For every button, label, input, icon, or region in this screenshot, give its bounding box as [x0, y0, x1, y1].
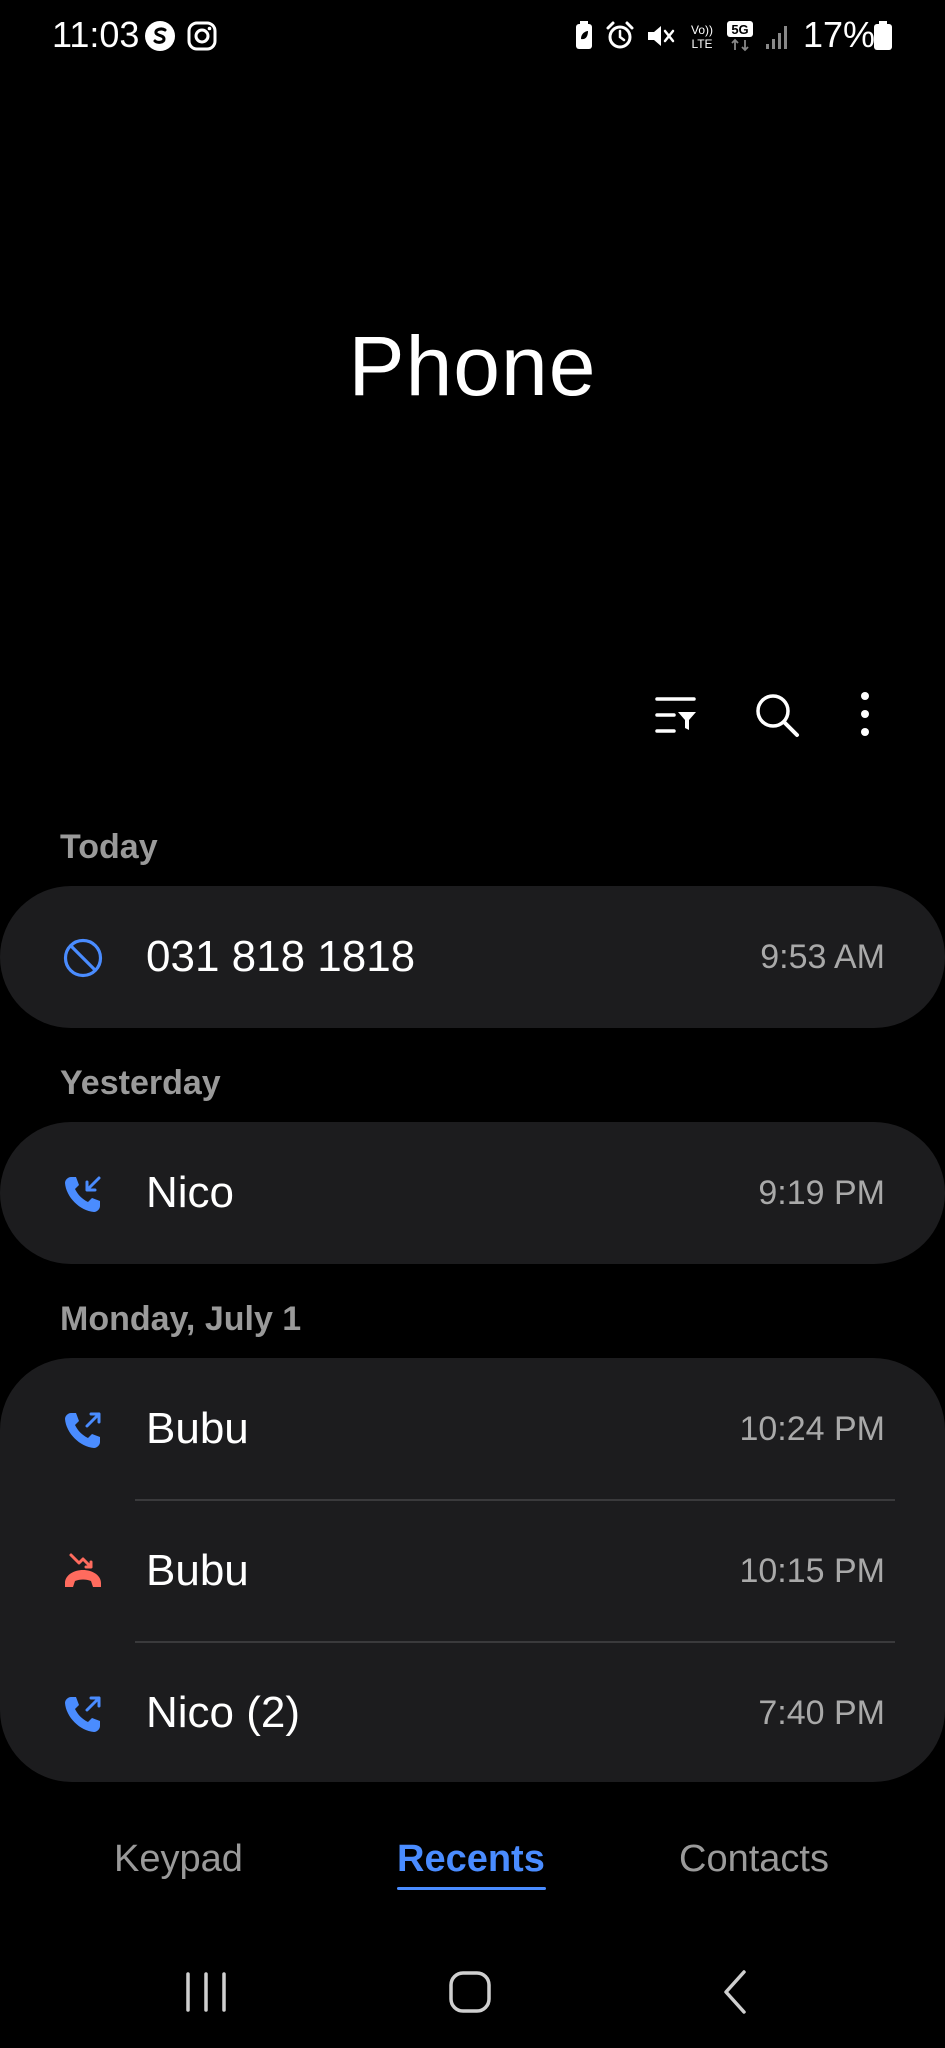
tab-contacts[interactable]: Contacts: [679, 1838, 829, 1881]
tab-keypad[interactable]: Keypad: [114, 1838, 243, 1881]
blocked-call-icon: [63, 938, 103, 978]
status-bar: 11:03 Vo)) LTE 5G 17%: [0, 0, 945, 76]
call-time: 9:19 PM: [758, 1174, 885, 1212]
svg-text:LTE: LTE: [691, 37, 712, 51]
call-log-row[interactable]: Bubu 10:15 PM: [0, 1500, 945, 1642]
outgoing-call-icon: [65, 1412, 101, 1448]
page-title: Phone: [348, 319, 597, 413]
call-log-card-yesterday: Nico 9:19 PM: [0, 1122, 945, 1264]
section-header-today: Today: [60, 828, 158, 866]
status-time: 11:03: [52, 14, 140, 55]
battery-percentage: 17%: [803, 14, 876, 55]
call-time: 10:24 PM: [739, 1410, 885, 1448]
section-header-yesterday: Yesterday: [60, 1064, 221, 1102]
instagram-icon: [187, 21, 217, 51]
mute-icon: [648, 26, 675, 46]
svg-text:5G: 5G: [731, 22, 748, 37]
5g-icon: 5G: [727, 21, 753, 52]
call-log-card-monday: Bubu 10:24 PM Bubu 10:15 PM Nico (2) 7:4…: [0, 1358, 945, 1782]
missed-call-icon: [65, 1553, 101, 1587]
call-name: Nico: [146, 1168, 235, 1217]
filter-icon[interactable]: [652, 690, 702, 740]
battery-saver-icon: [576, 21, 592, 49]
alarm-icon: [606, 21, 634, 49]
call-log-row[interactable]: Nico (2) 7:40 PM: [0, 1642, 945, 1782]
section-header-monday: Monday, July 1: [60, 1300, 302, 1338]
tab-recents[interactable]: Recents: [397, 1838, 545, 1881]
call-time: 10:15 PM: [739, 1552, 885, 1590]
call-time: 7:40 PM: [758, 1694, 885, 1732]
call-name: Bubu: [146, 1546, 249, 1595]
home-icon[interactable]: [440, 1962, 500, 2022]
active-tab-indicator: [397, 1887, 546, 1890]
volte-icon: Vo)) LTE: [691, 23, 713, 51]
signal-icon: [766, 26, 787, 49]
back-icon[interactable]: [706, 1962, 766, 2022]
samsung-s-icon: [145, 21, 175, 51]
call-name: Bubu: [146, 1404, 249, 1453]
call-log-row[interactable]: Nico 9:19 PM: [0, 1122, 945, 1264]
outgoing-call-icon: [65, 1696, 101, 1732]
call-time: 9:53 AM: [760, 938, 885, 976]
svg-text:Vo)): Vo)): [691, 23, 713, 37]
call-log-row[interactable]: 031 818 1818 9:53 AM: [0, 886, 945, 1028]
call-log-row[interactable]: Bubu 10:24 PM: [0, 1358, 945, 1500]
more-options-icon[interactable]: [840, 690, 890, 740]
search-icon[interactable]: [752, 690, 802, 740]
recent-apps-icon[interactable]: [176, 1962, 236, 2022]
call-name: Nico (2): [146, 1688, 301, 1737]
call-name: 031 818 1818: [146, 932, 416, 981]
call-log-card-today: 031 818 1818 9:53 AM: [0, 886, 945, 1028]
incoming-call-icon: [65, 1176, 101, 1212]
battery-icon: [874, 21, 892, 50]
